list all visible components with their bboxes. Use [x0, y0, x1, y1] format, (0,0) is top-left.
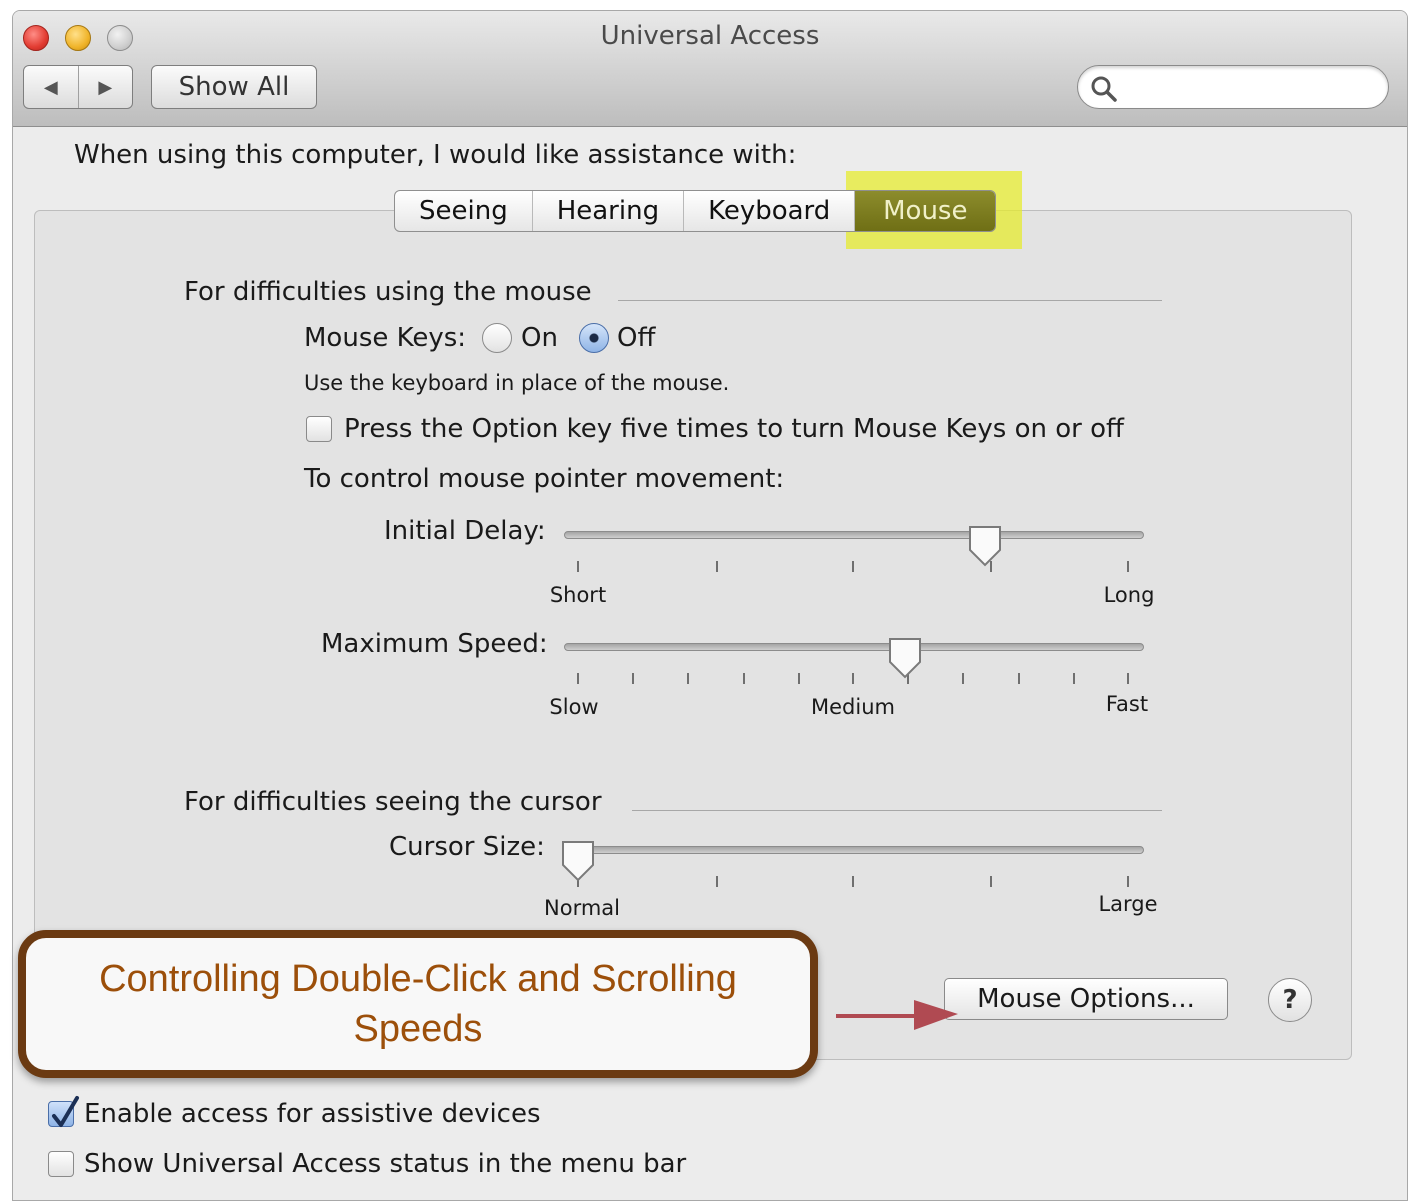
- cursor-size-tick: [990, 876, 992, 887]
- mouse-keys-on-radio[interactable]: [482, 323, 512, 353]
- cursor-section-heading: For difficulties seeing the cursor: [184, 787, 602, 817]
- tab-mouse[interactable]: Mouse: [855, 191, 996, 231]
- mouse-keys-off-radio[interactable]: [579, 323, 609, 353]
- initial-delay-min-label: Short: [549, 583, 607, 607]
- assistive-devices-label: Enable access for assistive devices: [84, 1099, 541, 1129]
- status-menu-checkbox[interactable]: [48, 1151, 74, 1177]
- checkmark-icon: [52, 1096, 79, 1127]
- mouse-keys-description: Use the keyboard in place of the mouse.: [304, 371, 730, 395]
- option-key-checkbox[interactable]: [306, 416, 332, 442]
- status-menu-label: Show Universal Access status in the menu…: [84, 1149, 687, 1179]
- pointer-movement-label: To control mouse pointer movement:: [304, 464, 785, 494]
- initial-delay-tick: [852, 561, 854, 572]
- maximum-speed-tick: [1073, 673, 1075, 684]
- assistive-devices-checkbox[interactable]: [48, 1096, 79, 1127]
- initial-delay-thumb[interactable]: [967, 524, 1003, 568]
- title-bar: Universal Access ◀ ▶ Show All: [13, 11, 1407, 127]
- initial-delay-tick: [577, 561, 579, 572]
- maximum-speed-tick: [743, 673, 745, 684]
- maximum-speed-tick: [962, 673, 964, 684]
- initial-delay-label: Initial Delay:: [384, 516, 546, 546]
- cursor-size-tick: [852, 876, 854, 887]
- show-all-button[interactable]: Show All: [151, 65, 317, 109]
- maximum-speed-track[interactable]: [564, 643, 1144, 651]
- arrow-icon: [836, 1000, 958, 1030]
- maximum-speed-tick: [852, 673, 854, 684]
- mouse-options-button[interactable]: Mouse Options...: [944, 978, 1228, 1020]
- mouse-section-divider: [618, 300, 1162, 301]
- initial-delay-max-label: Long: [1103, 583, 1155, 607]
- maximum-speed-tick: [577, 673, 579, 684]
- maximum-speed-label: Maximum Speed:: [321, 629, 548, 659]
- mouse-keys-label: Mouse Keys:: [304, 323, 467, 353]
- cursor-section-divider: [632, 810, 1162, 811]
- mouse-keys-off-label: Off: [617, 323, 656, 353]
- help-button[interactable]: ?: [1268, 978, 1312, 1022]
- assistance-prompt: When using this computer, I would like a…: [74, 140, 797, 170]
- cursor-size-tick: [716, 876, 718, 887]
- back-forward-control: ◀ ▶: [23, 65, 133, 109]
- tab-hearing[interactable]: Hearing: [533, 191, 685, 231]
- mouse-section-heading: For difficulties using the mouse: [184, 277, 592, 307]
- tab-seeing[interactable]: Seeing: [395, 191, 533, 231]
- window-title: Universal Access: [600, 21, 820, 51]
- maximum-speed-thumb[interactable]: [887, 636, 923, 680]
- search-icon: [1091, 76, 1117, 102]
- category-tabs: Seeing Hearing Keyboard Mouse: [394, 190, 997, 232]
- forward-icon[interactable]: ▶: [79, 66, 133, 108]
- search-field[interactable]: [1077, 65, 1389, 109]
- cursor-size-min-label: Normal: [544, 896, 620, 920]
- cursor-size-thumb[interactable]: [560, 839, 596, 883]
- initial-delay-track[interactable]: [564, 531, 1144, 539]
- initial-delay-tick: [1127, 561, 1129, 572]
- maximum-speed-tick: [798, 673, 800, 684]
- maximum-speed-mid-label: Medium: [811, 695, 895, 719]
- cursor-size-label: Cursor Size:: [389, 832, 545, 862]
- cursor-size-track[interactable]: [564, 846, 1144, 854]
- cursor-size-tick: [1127, 876, 1129, 887]
- maximum-speed-tick: [687, 673, 689, 684]
- initial-delay-tick: [716, 561, 718, 572]
- back-icon[interactable]: ◀: [24, 66, 79, 108]
- maximum-speed-min-label: Slow: [549, 695, 599, 719]
- maximum-speed-tick: [632, 673, 634, 684]
- mouse-keys-on-label: On: [521, 323, 558, 353]
- tab-keyboard[interactable]: Keyboard: [684, 191, 856, 231]
- maximum-speed-max-label: Fast: [1105, 692, 1149, 716]
- maximum-speed-tick: [1018, 673, 1020, 684]
- maximum-speed-tick: [1127, 673, 1129, 684]
- callout-annotation: Controlling Double-Click and Scrolling S…: [18, 930, 818, 1078]
- cursor-size-max-label: Large: [1098, 892, 1158, 916]
- option-key-checkbox-label: Press the Option key five times to turn …: [344, 414, 1124, 444]
